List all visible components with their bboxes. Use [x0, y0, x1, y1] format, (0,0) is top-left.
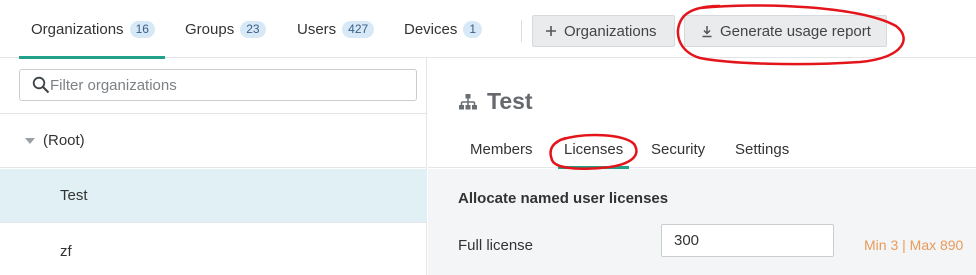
- tree-item-root[interactable]: (Root): [0, 114, 427, 168]
- filter-organizations-input[interactable]: [50, 70, 410, 100]
- detail-tabs: Members Licenses Security Settings: [428, 136, 976, 169]
- tab-groups[interactable]: Groups 23: [185, 0, 266, 58]
- tab-users-label: Users: [297, 20, 337, 38]
- tab-organizations[interactable]: Organizations 16: [19, 0, 165, 59]
- organization-detail-panel: Test Members Licenses Security Settings …: [428, 58, 976, 275]
- page-title: Test: [458, 88, 533, 115]
- users-count-badge: 427: [342, 20, 375, 38]
- generate-usage-report-label: Generate usage report: [720, 22, 871, 40]
- tab-members[interactable]: Members: [470, 141, 533, 168]
- filter-organizations-field[interactable]: [19, 69, 417, 101]
- full-license-input[interactable]: [661, 224, 834, 257]
- download-icon: [701, 25, 713, 38]
- organizations-count-badge: 16: [129, 20, 155, 38]
- tab-groups-label: Groups: [185, 20, 235, 38]
- devices-count-badge: 1: [463, 20, 483, 38]
- plus-icon: [545, 25, 557, 37]
- license-range-text: Min 3 | Max 890: [864, 237, 964, 253]
- licenses-content: Allocate named user licenses Full licens…: [428, 169, 976, 275]
- tree-item-zf[interactable]: zf: [0, 224, 427, 275]
- tab-devices-label: Devices: [404, 20, 458, 38]
- organization-tree-panel: (Root) Test zf: [0, 58, 427, 275]
- tree-item-test[interactable]: Test: [0, 169, 427, 223]
- groups-count-badge: 23: [240, 20, 266, 38]
- search-icon: [32, 76, 50, 99]
- tree-item-zf-label: zf: [60, 242, 72, 260]
- full-license-label: Full license: [458, 237, 534, 254]
- add-organization-label: Organizations: [564, 22, 657, 40]
- tab-organizations-label: Organizations: [31, 20, 124, 38]
- page-title-text: Test: [487, 88, 533, 114]
- tab-settings[interactable]: Settings: [735, 141, 789, 168]
- tab-devices[interactable]: Devices 1: [404, 0, 483, 58]
- org-hierarchy-icon: [458, 93, 478, 111]
- tree-item-root-label: (Root): [43, 132, 85, 149]
- generate-usage-report-button[interactable]: Generate usage report: [684, 15, 887, 47]
- caret-down-icon[interactable]: [25, 138, 35, 144]
- top-navigation: Organizations 16 Groups 23 Users 427 Dev…: [0, 0, 976, 59]
- section-heading: Allocate named user licenses: [458, 190, 669, 207]
- tree-item-test-label: Test: [60, 187, 88, 204]
- add-organization-button[interactable]: Organizations: [532, 15, 675, 47]
- tab-users[interactable]: Users 427: [297, 0, 375, 58]
- tab-security[interactable]: Security: [651, 141, 705, 168]
- tab-licenses[interactable]: Licenses: [557, 141, 630, 169]
- toolbar-divider: [521, 20, 522, 42]
